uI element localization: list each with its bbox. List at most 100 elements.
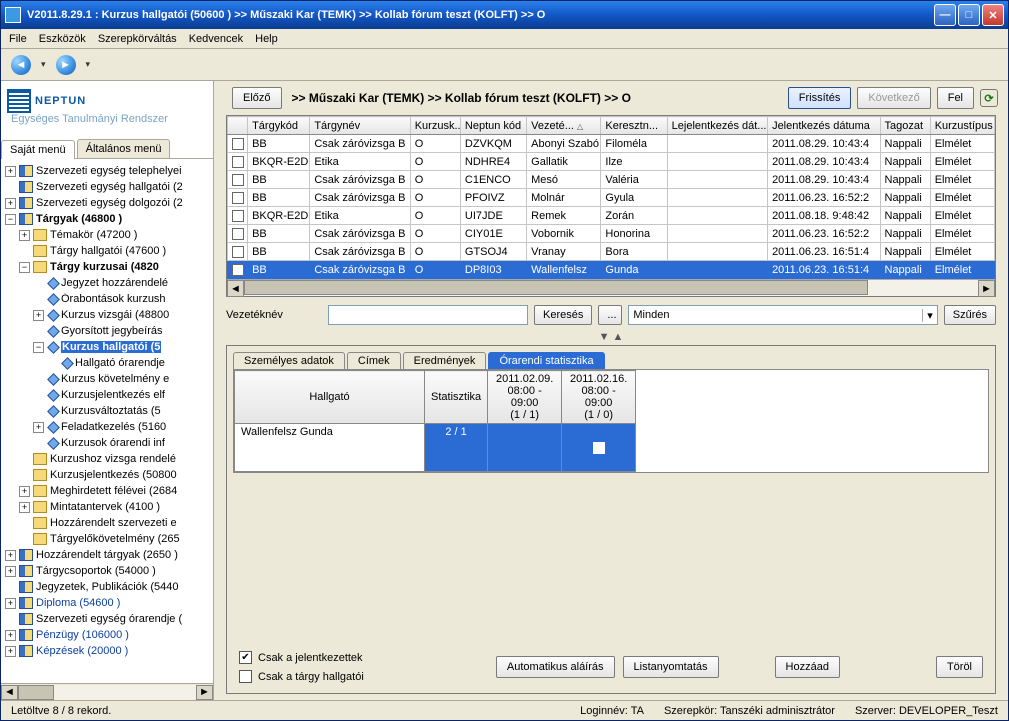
tree-item[interactable]: Kurzus követelmény e [5, 371, 213, 387]
tree-item[interactable]: +Szervezeti egység telephelyei [5, 163, 213, 179]
checkbox-only-subject-students[interactable]: Csak a tárgy hallgatói [239, 670, 364, 683]
sidebar-horizontal-scrollbar[interactable]: ◄ ► [1, 683, 213, 700]
tree-item[interactable]: +Mintatantervek (4100 ) [5, 499, 213, 515]
delete-button[interactable]: Töröl [936, 656, 983, 678]
table-row[interactable]: BBCsak záróvizsga BODZVKQMAbonyi SzabóFi… [228, 135, 995, 153]
sidebar-tab-own-menu[interactable]: Saját menü [1, 140, 75, 159]
nav-back-dropdown[interactable]: ▾ [39, 59, 48, 70]
menu-tools[interactable]: Eszközök [39, 33, 86, 45]
stat-col-date1[interactable]: 2011.02.09.08:00 - 09:00(1 / 1) [488, 371, 562, 424]
tree-item[interactable]: Jegyzetek, Publikációk (5440 [5, 579, 213, 595]
table-row[interactable]: BBCsak záróvizsga BOPFOIVZMolnárGyula201… [228, 189, 995, 207]
minimize-button[interactable]: — [934, 4, 956, 26]
maximize-button[interactable]: □ [958, 4, 980, 26]
tab-schedule-stats[interactable]: Órarendi statisztika [488, 352, 604, 369]
list-print-button[interactable]: Listanyomtatás [623, 656, 719, 678]
tree-item[interactable]: Szervezeti egység órarendje ( [5, 611, 213, 627]
row-checkbox[interactable] [232, 156, 244, 168]
col-kurzusk[interactable]: Kurzusk... [410, 117, 460, 135]
stat-col-stat[interactable]: Statisztika [425, 371, 488, 424]
nav-forward-dropdown[interactable]: ▾ [84, 59, 93, 70]
table-row[interactable]: BKQR-E2DEtikaOUI7JDERemekZorán2011.08.18… [228, 207, 995, 225]
grid-horizontal-scrollbar[interactable]: ◄ ► [227, 279, 995, 296]
tab-results[interactable]: Eredmények [403, 352, 487, 369]
scroll-left-icon[interactable]: ◄ [1, 685, 18, 700]
row-checkbox[interactable] [232, 246, 244, 258]
scroll-thumb[interactable] [244, 280, 868, 295]
row-checkbox[interactable] [232, 192, 244, 204]
tab-addresses[interactable]: Címek [347, 352, 401, 369]
refresh-button[interactable]: Frissítés [788, 87, 852, 109]
tree-item[interactable]: +Hozzárendelt tárgyak (2650 ) [5, 547, 213, 563]
tree-item[interactable]: Hallgató órarendje [5, 355, 213, 371]
stat-col-student[interactable]: Hallgató [235, 371, 425, 424]
add-button[interactable]: Hozzáad [775, 656, 840, 678]
menu-help[interactable]: Help [255, 33, 278, 45]
col-targynev[interactable]: Tárgynév [310, 117, 410, 135]
tree-item[interactable]: Órabontások kurzush [5, 291, 213, 307]
tree-item-targy-kurzusai[interactable]: −Tárgy kurzusai (4820 [5, 259, 213, 275]
menu-favorites[interactable]: Kedvencek [189, 33, 243, 45]
filter-button[interactable]: Szűrés [944, 305, 996, 325]
row-checkbox[interactable] [232, 174, 244, 186]
row-checkbox[interactable] [232, 228, 244, 240]
tree-item-kepzesek[interactable]: +Képzések (20000 ) [5, 643, 213, 659]
detail-splitter[interactable]: ▼ ▲ [214, 329, 1008, 345]
menu-rolechange[interactable]: Szerepkörváltás [98, 33, 177, 45]
search-button[interactable]: Keresés [534, 305, 592, 325]
tree-item-kurzus-hallgatoi[interactable]: −Kurzus hallgatói (5 [5, 339, 213, 355]
tree-item[interactable]: Kurzusváltoztatás (5 [5, 403, 213, 419]
tab-personal-data[interactable]: Személyes adatok [233, 352, 345, 369]
tree-item[interactable]: +Tárgycsoportok (54000 ) [5, 563, 213, 579]
col-lejelentkezes[interactable]: Lejelentkezés dát... [667, 117, 767, 135]
scroll-right-icon[interactable]: ► [196, 685, 213, 700]
tree-item[interactable]: Hozzárendelt szervezeti e [5, 515, 213, 531]
auto-sign-button[interactable]: Automatikus aláírás [496, 656, 615, 678]
tree-item[interactable]: Jegyzet hozzárendelé [5, 275, 213, 291]
tree-item[interactable]: Gyorsított jegybeírás [5, 323, 213, 339]
scroll-right-icon[interactable]: ► [978, 280, 995, 297]
table-row[interactable]: BBCsak záróvizsga BOC1ENCOMesóValéria201… [228, 171, 995, 189]
refresh-icon[interactable]: ⟳ [980, 89, 998, 107]
col-kurzustipus[interactable]: Kurzustípus [930, 117, 994, 135]
table-row[interactable]: BBCsak záróvizsga BOCIY01EVobornikHonori… [228, 225, 995, 243]
checkbox-only-enrolled[interactable]: ✔ Csak a jelentkezettek [239, 651, 364, 664]
tree-item[interactable]: Tárgy hallgatói (47600 ) [5, 243, 213, 259]
tree-item[interactable]: Kurzusok órarendi inf [5, 435, 213, 451]
row-checkbox[interactable] [232, 210, 244, 222]
table-row[interactable]: BBCsak záróvizsga BOGTSOJ4VranayBora2011… [228, 243, 995, 261]
filter-select[interactable]: Minden ▾ [628, 305, 937, 325]
tree-item-targyak[interactable]: −Tárgyak (46800 ) [5, 211, 213, 227]
row-checkbox[interactable] [232, 264, 244, 276]
col-tagozat[interactable]: Tagozat [880, 117, 930, 135]
nav-back-button[interactable]: ◄ [7, 53, 35, 77]
tree-item[interactable]: Kurzushoz vizsga rendelé [5, 451, 213, 467]
scroll-left-icon[interactable]: ◄ [227, 280, 244, 297]
table-row[interactable]: BKQR-E2DEtikaONDHRE4GallatikIlze2011.08.… [228, 153, 995, 171]
stat-col-date2[interactable]: 2011.02.16.08:00 - 09:00(1 / 0) [562, 371, 636, 424]
sidebar-tab-general-menu[interactable]: Általános menü [77, 139, 171, 158]
tree-item[interactable]: +Témakör (47200 ) [5, 227, 213, 243]
nav-forward-button[interactable]: ► [52, 53, 80, 77]
tree-item-diploma[interactable]: +Diploma (54600 ) [5, 595, 213, 611]
tree-item[interactable]: Tárgyelőkövetelmény (265 [5, 531, 213, 547]
col-keresztnev[interactable]: Keresztn... [601, 117, 667, 135]
table-row[interactable]: BBCsak záróvizsga BODP8I03WallenfelszGun… [228, 261, 995, 279]
tree-item[interactable]: Szervezeti egység hallgatói (2 [5, 179, 213, 195]
col-checkbox[interactable] [228, 117, 248, 135]
filter-input[interactable] [328, 305, 528, 325]
tree-item[interactable]: +Meghirdetett félévei (2684 [5, 483, 213, 499]
scroll-thumb[interactable] [18, 685, 54, 700]
stat-row[interactable]: Wallenfelsz Gunda 2 / 1 [235, 424, 636, 472]
col-vezeteknev[interactable]: Vezeté...△ [527, 117, 601, 135]
tree-item-penzugy[interactable]: +Pénzügy (106000 ) [5, 627, 213, 643]
tree-item[interactable]: +Kurzus vizsgái (48800 [5, 307, 213, 323]
tree-item[interactable]: +Feladatkezelés (5160 [5, 419, 213, 435]
tree-item[interactable]: Kurzusjelentkezés elf [5, 387, 213, 403]
filter-more-button[interactable]: ... [598, 305, 622, 325]
col-targykod[interactable]: Tárgykód [248, 117, 310, 135]
menu-file[interactable]: File [9, 33, 27, 45]
tree-item[interactable]: Kurzusjelentkezés (50800 [5, 467, 213, 483]
prev-button[interactable]: Előző [232, 87, 282, 109]
close-button[interactable]: ✕ [982, 4, 1004, 26]
